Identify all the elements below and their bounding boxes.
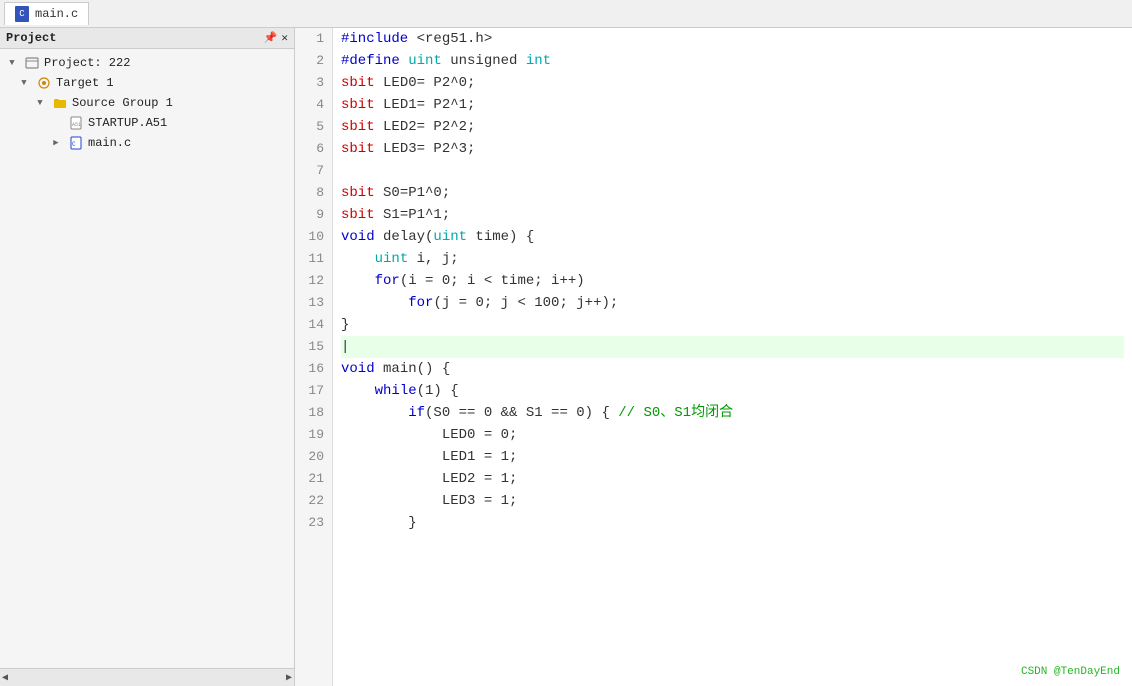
svg-text:C: C — [72, 141, 76, 148]
main-c-tab[interactable]: C main.c — [4, 2, 89, 25]
sidebar-title: Project — [6, 31, 56, 45]
svg-text:A51: A51 — [72, 122, 81, 128]
code-content: #include <reg51.h> #define uint unsigned… — [333, 28, 1132, 686]
code-line-19: LED0 = 0; — [341, 424, 1124, 446]
target1-label: Target 1 — [56, 76, 114, 90]
code-line-6: sbit LED3= P2^3; — [341, 138, 1124, 160]
spacer-icon — [48, 115, 64, 131]
target-icon — [36, 75, 52, 91]
line-numbers: 123456 789101112 131415161718 1920212223 — [295, 28, 333, 686]
code-line-3: sbit LED0= P2^0; — [341, 72, 1124, 94]
sidebar-item-mainc[interactable]: ▶ C main.c — [0, 133, 294, 153]
tab-file-icon: C — [15, 6, 29, 22]
folder-icon — [52, 95, 68, 111]
sidebar-scrollbar[interactable]: ◀ ▶ — [0, 668, 294, 686]
sidebar-header-icons: 📌 ✕ — [264, 31, 288, 45]
source-group-label: Source Group 1 — [72, 96, 173, 110]
code-line-20: LED1 = 1; — [341, 446, 1124, 468]
code-line-9: sbit S1=P1^1; — [341, 204, 1124, 226]
close-icon[interactable]: ✕ — [281, 31, 288, 45]
mainc-label: main.c — [88, 136, 131, 150]
file-c-icon: C — [68, 135, 84, 151]
scroll-left-icon[interactable]: ◀ — [2, 672, 8, 684]
code-line-5: sbit LED2= P2^2; — [341, 116, 1124, 138]
code-line-4: sbit LED1= P2^1; — [341, 94, 1124, 116]
code-line-15: | — [341, 336, 1124, 358]
tab-label: main.c — [35, 7, 78, 21]
sidebar-item-source-group-1[interactable]: ▼ Source Group 1 — [0, 93, 294, 113]
startup-label: STARTUP.A51 — [88, 116, 167, 130]
top-bar: C main.c — [0, 0, 1132, 28]
expand-icon-target1: ▼ — [16, 75, 32, 91]
file-a51-icon: A51 — [68, 115, 84, 131]
expand-icon-source-group: ▼ — [32, 95, 48, 111]
code-line-8: sbit S0=P1^0; — [341, 182, 1124, 204]
sidebar-item-project[interactable]: ▼ Project: 222 — [0, 53, 294, 73]
sidebar-item-target1[interactable]: ▼ Target 1 — [0, 73, 294, 93]
code-line-18: if(S0 == 0 && S1 == 0) { // S0、S1均闭合 — [341, 402, 1124, 424]
code-line-2: #define uint unsigned int — [341, 50, 1124, 72]
code-editor[interactable]: 123456 789101112 131415161718 1920212223… — [295, 28, 1132, 686]
scroll-right-icon[interactable]: ▶ — [286, 672, 292, 684]
sidebar: Project 📌 ✕ ▼ Project: 222 ▼ — [0, 28, 295, 686]
code-line-21: LED2 = 1; — [341, 468, 1124, 490]
code-line-22: LED3 = 1; — [341, 490, 1124, 512]
sidebar-item-startup[interactable]: A51 STARTUP.A51 — [0, 113, 294, 133]
expand-icon-project: ▼ — [4, 55, 20, 71]
expand-icon-mainc: ▶ — [48, 135, 64, 151]
pin-icon[interactable]: 📌 — [264, 31, 278, 45]
project-label: Project: 222 — [44, 56, 130, 70]
main-area: Project 📌 ✕ ▼ Project: 222 ▼ — [0, 28, 1132, 686]
code-line-17: while(1) { — [341, 380, 1124, 402]
code-line-10: void delay(uint time) { — [341, 226, 1124, 248]
code-line-14: } — [341, 314, 1124, 336]
code-area: 123456 789101112 131415161718 1920212223… — [295, 28, 1132, 686]
code-line-12: for(i = 0; i < time; i++) — [341, 270, 1124, 292]
code-line-1: #include <reg51.h> — [341, 28, 1124, 50]
code-line-11: uint i, j; — [341, 248, 1124, 270]
sidebar-tree: ▼ Project: 222 ▼ Target 1 ▼ — [0, 49, 294, 668]
code-line-16: void main() { — [341, 358, 1124, 380]
sidebar-header: Project 📌 ✕ — [0, 28, 294, 49]
code-line-7 — [341, 160, 1124, 182]
project-icon — [24, 55, 40, 71]
watermark: CSDN @TenDayEnd — [1021, 666, 1120, 678]
code-line-13: for(j = 0; j < 100; j++); — [341, 292, 1124, 314]
code-line-23: } — [341, 512, 1124, 534]
